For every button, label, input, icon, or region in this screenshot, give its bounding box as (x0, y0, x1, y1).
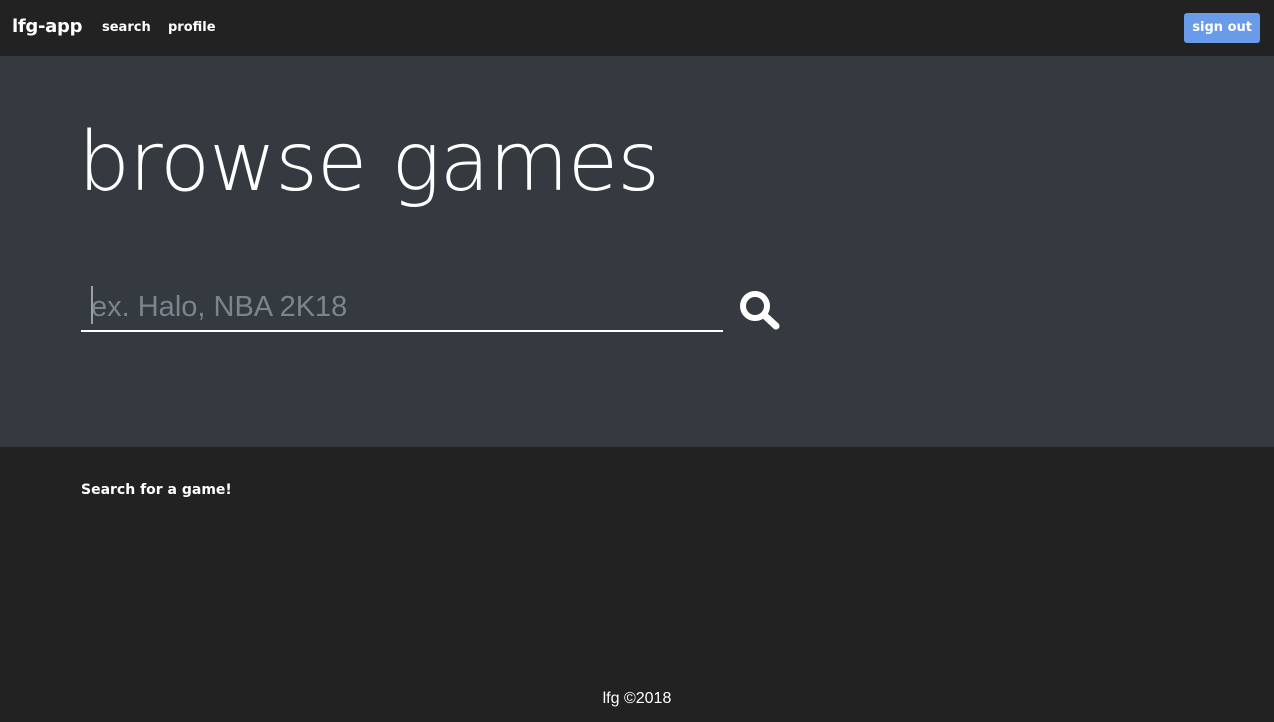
brand-logo[interactable]: lfg-app (12, 16, 82, 37)
nav-link-profile[interactable]: profile (168, 20, 216, 35)
nav-link-search[interactable]: search (102, 20, 151, 35)
sign-out-button[interactable]: sign out (1184, 13, 1260, 43)
search-icon (740, 291, 780, 330)
search-button[interactable] (738, 289, 782, 331)
footer-copyright: lfg ©2018 (602, 690, 672, 707)
page-title: browse games (78, 115, 660, 210)
text-caret (91, 286, 93, 324)
top-navbar: lfg-app search profile sign out (0, 0, 1274, 56)
results-message: Search for a game! (81, 482, 232, 498)
hero-section: browse games (0, 56, 1274, 447)
game-search-input[interactable] (81, 284, 723, 332)
